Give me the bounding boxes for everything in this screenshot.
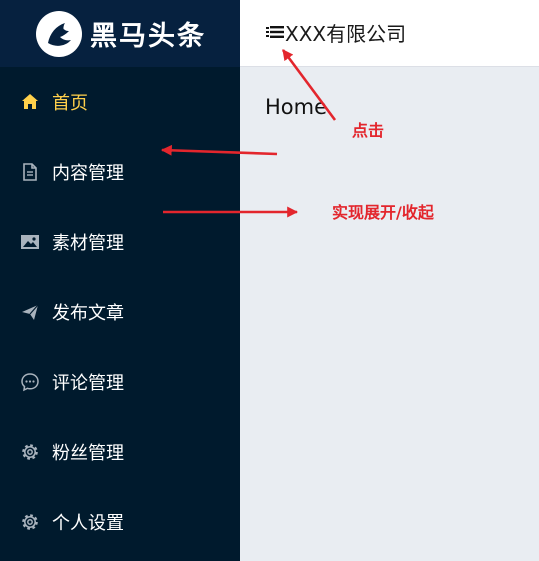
logo-text: 黑马头条 xyxy=(90,21,206,52)
annotation-expand-collapse: 实现展开/收起 xyxy=(332,203,434,222)
picture-icon xyxy=(20,232,40,252)
sidebar-item-label: 评论管理 xyxy=(52,373,124,394)
horse-logo-icon xyxy=(36,10,82,57)
sidebar-item-label: 内容管理 xyxy=(52,163,124,184)
sidebar-item-label: 粉丝管理 xyxy=(52,443,124,464)
top-header: XXX有限公司 xyxy=(240,0,539,67)
sidebar-item-label: 首页 xyxy=(52,93,88,114)
chat-icon xyxy=(20,372,40,392)
gear-icon xyxy=(20,512,40,532)
sidebar-item-settings[interactable]: 个人设置 xyxy=(0,487,240,557)
page-content-text: Home xyxy=(265,95,328,119)
sidebar-item-label: 个人设置 xyxy=(52,513,124,534)
sidebar-item-publish[interactable]: 发布文章 xyxy=(0,277,240,347)
sidebar: 首页 内容管理 素材管理 发布文章 评论管理 粉丝管理 个人设置 xyxy=(0,67,240,561)
gear-icon xyxy=(20,442,40,462)
sidebar-item-materials[interactable]: 素材管理 xyxy=(0,207,240,277)
sidebar-item-fans[interactable]: 粉丝管理 xyxy=(0,417,240,487)
sidebar-item-comments[interactable]: 评论管理 xyxy=(0,347,240,417)
annotation-click: 点击 xyxy=(352,121,385,140)
logo-area: 黑马头条 xyxy=(0,0,240,67)
sidebar-item-label: 发布文章 xyxy=(52,303,124,324)
company-name: XXX有限公司 xyxy=(285,21,407,46)
document-icon xyxy=(20,162,40,182)
sidebar-item-content[interactable]: 内容管理 xyxy=(0,137,240,207)
main-content: Home xyxy=(240,67,539,561)
paper-plane-icon xyxy=(20,302,40,322)
sidebar-item-home[interactable]: 首页 xyxy=(0,67,240,137)
sidebar-item-label: 素材管理 xyxy=(52,233,124,254)
sidebar-toggle-button[interactable]: XXX有限公司 xyxy=(266,20,407,46)
home-icon xyxy=(20,92,40,112)
fold-menu-icon[interactable] xyxy=(266,25,285,39)
